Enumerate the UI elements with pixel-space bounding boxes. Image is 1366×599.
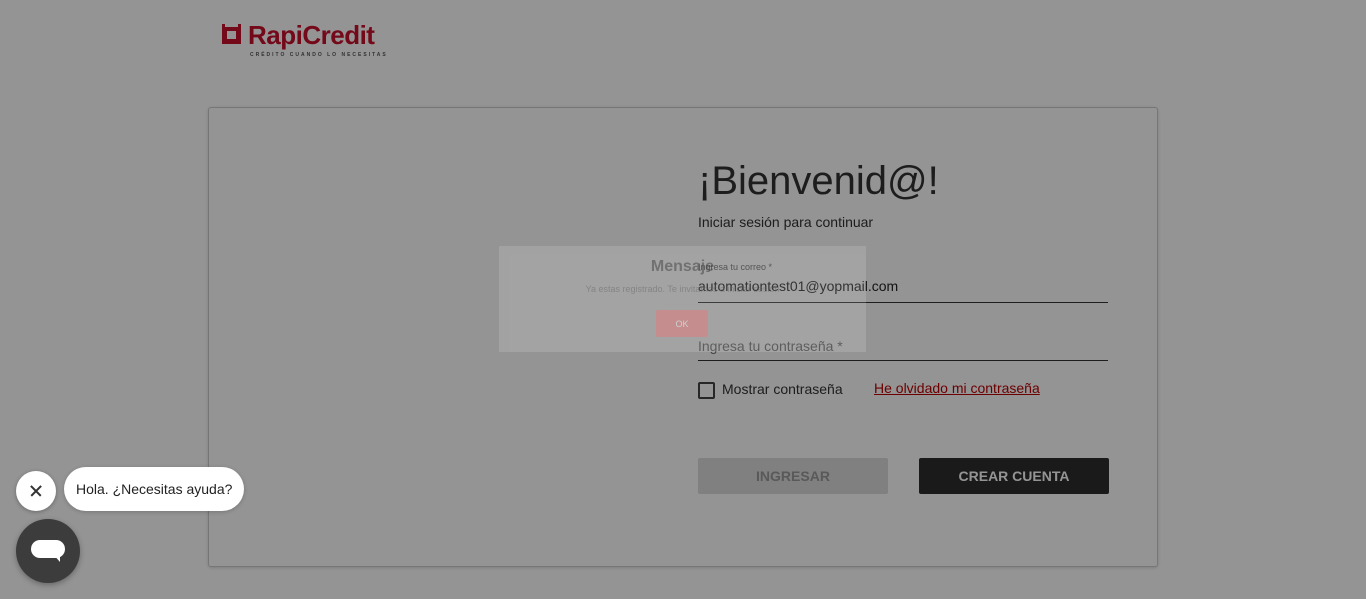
close-icon[interactable] [16, 471, 56, 511]
message-modal: Mensaje Ya estas registrado. Te invitamo… [499, 246, 866, 352]
modal-text: Ya estas registrado. Te invitamos a inic… [585, 284, 780, 294]
modal-ok-button[interactable]: OK [656, 310, 708, 337]
chat-launcher-button[interactable] [16, 519, 80, 583]
chat-greeting-bubble[interactable]: Hola. ¿Necesitas ayuda? [64, 467, 245, 511]
chat-icon [31, 540, 65, 562]
modal-title: Mensaje [650, 258, 715, 275]
